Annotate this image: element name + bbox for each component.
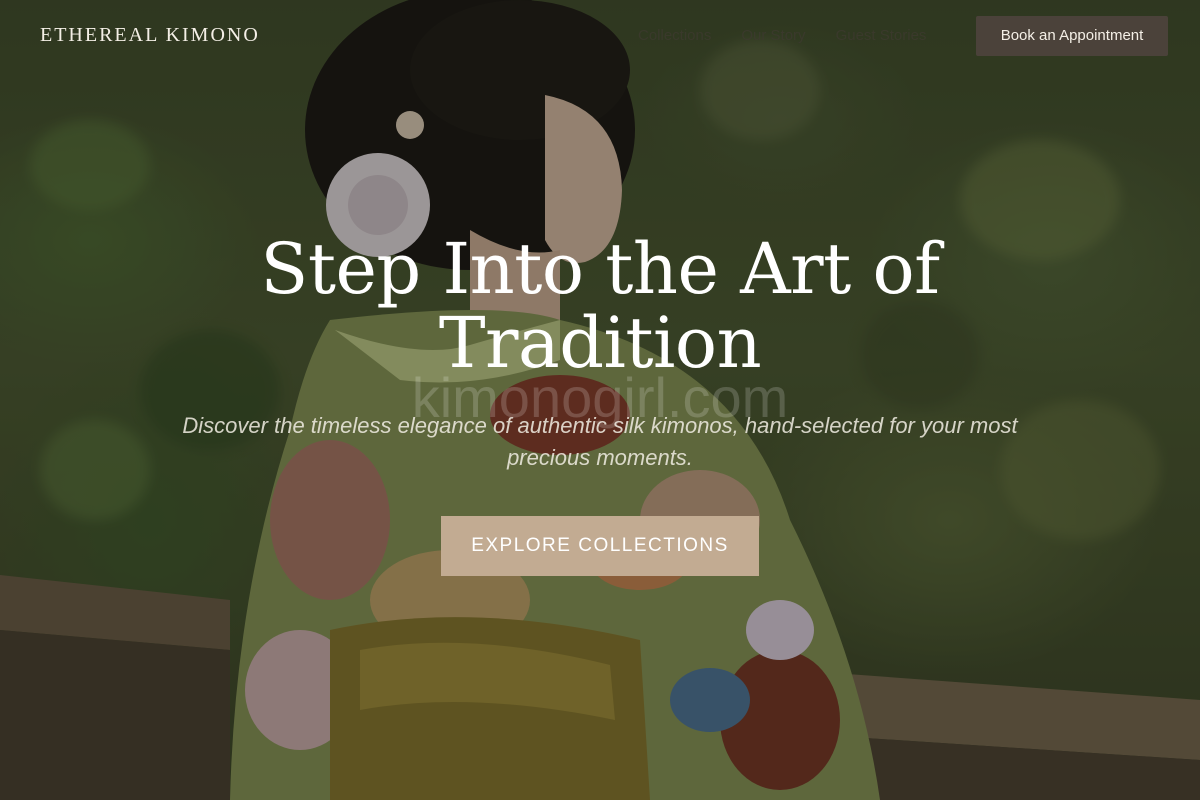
brand-logo[interactable]: ETHEREAL KIMONO <box>40 24 260 47</box>
nav-item-guest-stories[interactable]: Guest Stories <box>836 27 927 44</box>
explore-collections-button[interactable]: EXPLORE COLLECTIONS <box>441 516 759 576</box>
nav-item-collections[interactable]: Collections <box>638 27 711 44</box>
nav-item-our-story[interactable]: Our Story <box>741 27 805 44</box>
main-nav: Collections Our Story Guest Stories <box>638 27 926 44</box>
book-appointment-button[interactable]: Book an Appointment <box>976 16 1168 56</box>
hero-section: kimonogirl.com ETHEREAL KIMONO Collectio… <box>0 0 1200 800</box>
hero-subtitle: Discover the timeless elegance of authen… <box>182 413 1018 470</box>
hero-content: Step Into the Art of Tradition Discover … <box>0 232 1200 576</box>
hero-title: Step Into the Art of Tradition <box>260 228 940 384</box>
site-header: ETHEREAL KIMONO Collections Our Story Gu… <box>0 0 1200 72</box>
